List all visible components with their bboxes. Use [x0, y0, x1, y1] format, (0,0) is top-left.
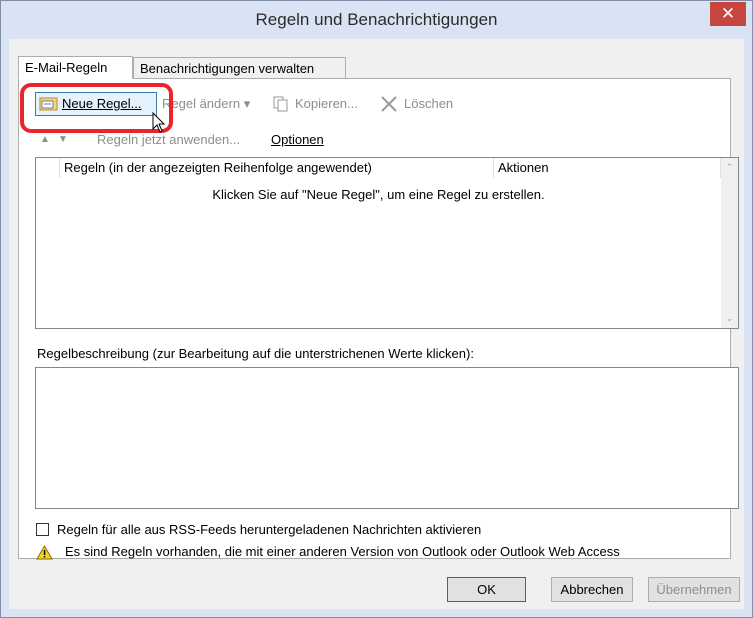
delete-label: Löschen	[404, 96, 454, 111]
rules-list-scrollbar[interactable]: ⌃ ⌄	[721, 158, 738, 328]
scroll-down-icon[interactable]: ⌄	[721, 313, 738, 324]
tab-label: E-Mail-Regeln	[25, 60, 108, 75]
column-header-checkbox[interactable]	[36, 158, 60, 178]
copy-label: Kopieren...	[295, 96, 358, 111]
warning-text: Es sind Regeln vorhanden, die mit einer …	[65, 544, 620, 559]
rule-description-box[interactable]	[35, 367, 739, 509]
column-header-actions[interactable]: Aktionen	[494, 158, 721, 178]
delete-icon	[381, 96, 397, 112]
rule-description-label: Regelbeschreibung (zur Bearbeitung auf d…	[37, 346, 474, 361]
new-rule-button[interactable]: Neue Regel...	[35, 92, 157, 116]
tab-manage-notifications[interactable]: Benachrichtigungen verwalten	[133, 57, 346, 79]
apply-rules-now-label: Regeln jetzt anwenden...	[97, 132, 241, 147]
title-bar[interactable]: Regeln und Benachrichtigungen ✕	[1, 1, 752, 39]
column-header-rules[interactable]: Regeln (in der angezeigten Reihenfolge a…	[60, 158, 494, 178]
options-label: Optionen	[271, 132, 324, 147]
empty-list-message: Klicken Sie auf "Neue Regel", um eine Re…	[212, 187, 545, 202]
tab-label: Benachrichtigungen verwalten	[140, 61, 315, 76]
tab-email-rules[interactable]: E-Mail-Regeln	[18, 56, 133, 79]
change-rule-label: Regel ändern	[162, 96, 241, 111]
mouse-cursor-icon	[152, 112, 166, 133]
apply-button[interactable]: Übernehmen	[648, 577, 740, 602]
close-icon: ✕	[720, 4, 736, 23]
cancel-button-label: Abbrechen	[560, 582, 624, 597]
window-title: Regeln und Benachrichtigungen	[255, 10, 498, 29]
close-button[interactable]: ✕	[710, 2, 746, 26]
rss-rules-label[interactable]: Regeln für alle aus RSS-Feeds herunterge…	[57, 522, 481, 537]
apply-rules-now-button[interactable]: Regeln jetzt anwenden...	[97, 128, 261, 152]
ok-button-label: OK	[477, 582, 496, 597]
rules-list[interactable]: Regeln (in der angezeigten Reihenfolge a…	[35, 157, 739, 329]
apply-button-label: Übernehmen	[656, 582, 732, 597]
move-up-button[interactable]: ▲	[40, 128, 54, 152]
ok-button[interactable]: OK	[447, 577, 526, 602]
scroll-up-icon[interactable]: ⌃	[721, 162, 738, 173]
delete-button[interactable]: Löschen	[380, 92, 465, 116]
new-rule-icon	[39, 97, 58, 111]
arrow-up-icon: ▲	[40, 134, 50, 145]
warning-icon	[36, 545, 53, 560]
rss-rules-checkbox[interactable]	[36, 523, 49, 536]
new-rule-label: Neue Regel...	[62, 96, 142, 111]
chevron-down-icon: ▾	[243, 96, 251, 111]
copy-icon	[273, 96, 288, 112]
options-button[interactable]: Optionen	[271, 128, 341, 152]
change-rule-button[interactable]: Regel ändern ▾	[162, 92, 265, 116]
arrow-down-icon: ▼	[58, 134, 68, 145]
cancel-button[interactable]: Abbrechen	[551, 577, 633, 602]
column-header-label: Aktionen	[498, 160, 549, 175]
move-down-button[interactable]: ▼	[58, 128, 72, 152]
copy-button[interactable]: Kopieren...	[273, 92, 371, 116]
column-header-label: Regeln (in der angezeigten Reihenfolge a…	[64, 160, 372, 175]
